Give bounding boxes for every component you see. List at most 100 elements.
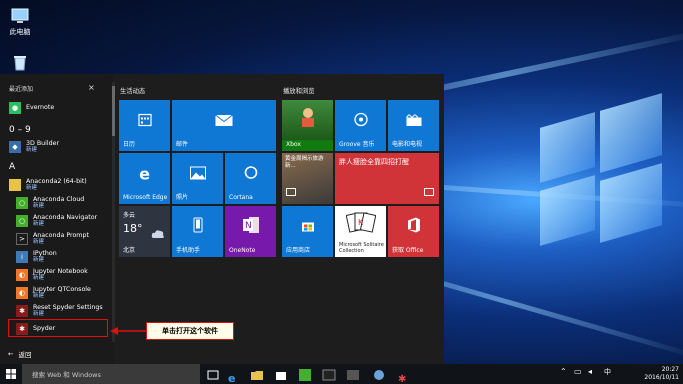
tile-label: Microsoft Edge [123, 194, 168, 201]
news-caption: 胖人瘦脸全靠四招打醒 [339, 158, 409, 166]
app-name: Jupyter QTConsole [33, 285, 91, 293]
tile-solitaire[interactable]: K Microsoft Solitaire Collection [335, 206, 386, 257]
clock-date: 2016/10/11 [644, 374, 679, 381]
cortana-icon [244, 165, 258, 184]
app-taskbar-icon[interactable] [346, 367, 360, 381]
tile-store[interactable]: 应用商店 [282, 206, 333, 257]
tile-photos[interactable]: 照片 [172, 153, 223, 204]
tile-label: Xbox [286, 141, 301, 148]
windows-logo-pane [540, 175, 595, 246]
xbox-icon [297, 105, 319, 131]
weather-icon [151, 224, 165, 243]
network-icon[interactable]: ▭ [574, 367, 588, 381]
scrollbar-thumb[interactable] [112, 86, 115, 136]
taskbar-search-box[interactable]: 搜索 Web 和 Windows [22, 364, 200, 384]
calendar-icon [137, 112, 152, 131]
app-new-badge: 新建 [33, 238, 45, 245]
this-pc-icon [10, 8, 30, 25]
app-jupyter-notebook[interactable]: ◐ Jupyter Notebook 新建 [16, 266, 116, 283]
weather-temperature: 18° [123, 222, 143, 235]
task-view-icon[interactable] [206, 367, 220, 381]
back-arrow-icon: ← [8, 350, 14, 358]
tile-mail[interactable]: 邮件 [172, 100, 276, 151]
groove-icon [353, 112, 368, 131]
windows-logo-pane [600, 93, 662, 173]
app-ipython[interactable]: i IPython 新建 [16, 248, 116, 265]
edge-taskbar-icon[interactable]: e [228, 367, 242, 384]
annotation-callout: 单击打开这个软件 [146, 322, 234, 340]
start-button[interactable] [0, 364, 22, 384]
anaconda-icon: ○ [16, 196, 28, 209]
tile-label: Microsoft Solitaire Collection [339, 242, 384, 254]
input-language[interactable]: 中 [604, 367, 618, 381]
tile-onenote[interactable]: N OneNote [225, 206, 276, 257]
callout-arrow [110, 327, 146, 335]
3d-builder-icon: ◆ [9, 140, 21, 153]
group-header-a[interactable]: A [9, 162, 15, 172]
weather-condition: 多云 [123, 212, 136, 219]
tray-chevron-icon[interactable]: ⌃ [560, 367, 574, 381]
desktop-icon-this-pc[interactable]: 此电脑 [0, 8, 40, 37]
volume-icon[interactable]: ◂ [588, 367, 602, 381]
app-taskbar-icon[interactable] [298, 367, 312, 381]
movies-icon [405, 112, 422, 131]
clock[interactable]: 20:27 2016/10/11 [644, 366, 679, 382]
tile-edge[interactable]: e Microsoft Edge [119, 153, 170, 204]
group-header-life[interactable]: 生活动态 [120, 86, 145, 95]
tile-news-health[interactable]: 胖人瘦脸全靠四招打醒 [335, 153, 439, 204]
store-taskbar-icon[interactable] [274, 367, 288, 381]
group-header-0-9[interactable]: 0 – 9 [9, 125, 31, 135]
spyder-icon: ✱ [16, 304, 28, 317]
taskbar: 搜索 Web 和 Windows e ✱ ⌃ ▭ ◂ 中 20:27 2016/… [0, 364, 683, 384]
recycle-bin-icon [10, 54, 30, 71]
app-anaconda-prompt[interactable]: > Anaconda Prompt 新建 [16, 230, 116, 247]
app-anaconda-cloud[interactable]: ○ Anaconda Cloud 新建 [16, 194, 116, 211]
app-name: 3D Builder [26, 139, 60, 147]
tile-label: 应用商店 [286, 247, 311, 254]
back-label: 返回 [18, 351, 32, 359]
group-header-play[interactable]: 播放和浏览 [283, 86, 314, 95]
store-icon [301, 218, 315, 237]
prompt-icon: > [16, 232, 28, 245]
tile-get-office[interactable]: 获取 Office [388, 206, 439, 257]
tile-xbox[interactable]: Xbox [282, 100, 333, 151]
app-anaconda-folder[interactable]: Anaconda2 (64-bit) 新建 [9, 176, 109, 193]
desktop-icon-recycle-bin[interactable] [0, 54, 40, 73]
jupyter-icon: ◐ [16, 268, 28, 281]
app-new-badge: 新建 [33, 274, 45, 281]
tile-label: 邮件 [176, 141, 189, 148]
spyder-taskbar-icon[interactable]: ✱ [398, 367, 412, 384]
app-new-badge: 新建 [26, 184, 38, 191]
tile-movies-tv[interactable]: 电影和电视 [388, 100, 439, 151]
app-jupyter-qtconsole[interactable]: ◐ Jupyter QTConsole 新建 [16, 284, 116, 301]
tile-label: 获取 Office [392, 247, 424, 254]
news-caption: 黄金周揭示旅游新... [285, 156, 324, 169]
file-explorer-icon[interactable] [250, 367, 264, 381]
tile-phone-companion[interactable]: 手机助手 [172, 206, 223, 257]
anaconda-icon: ○ [16, 214, 28, 227]
back-button[interactable]: ← 返回 [8, 349, 31, 359]
selection-highlight [8, 319, 108, 337]
tile-groove-music[interactable]: Groove 音乐 [335, 100, 386, 151]
evernote-icon: ● [9, 101, 21, 114]
app-name: IPython [33, 249, 57, 257]
windows-logo-pane [540, 112, 595, 183]
app-evernote[interactable]: ● Evernote [9, 99, 109, 116]
app-reset-spyder-settings[interactable]: ✱ Reset Spyder Settings 新建 [16, 302, 116, 319]
tile-calendar[interactable]: 日历 [119, 100, 170, 151]
desktop-icon-label: 此电脑 [9, 28, 31, 36]
tile-label: 电影和电视 [392, 141, 423, 148]
svg-text:N: N [245, 221, 252, 231]
tile-news-travel[interactable]: 黄金周揭示旅游新... [282, 153, 333, 204]
tile-label: 手机助手 [176, 247, 201, 254]
app-taskbar-icon[interactable] [372, 367, 386, 381]
app-3d-builder[interactable]: ◆ 3D Builder 新建 [9, 138, 109, 155]
tile-weather[interactable]: 多云 18° 北京 [119, 206, 170, 257]
app-name: Anaconda Navigator [33, 213, 98, 221]
tile-label: 照片 [176, 194, 189, 201]
terminal-taskbar-icon[interactable] [322, 367, 336, 381]
app-new-badge: 新建 [26, 146, 38, 153]
close-icon[interactable]: × [88, 83, 95, 92]
app-anaconda-navigator[interactable]: ○ Anaconda Navigator 新建 [16, 212, 116, 229]
tile-cortana[interactable]: Cortana [225, 153, 276, 204]
